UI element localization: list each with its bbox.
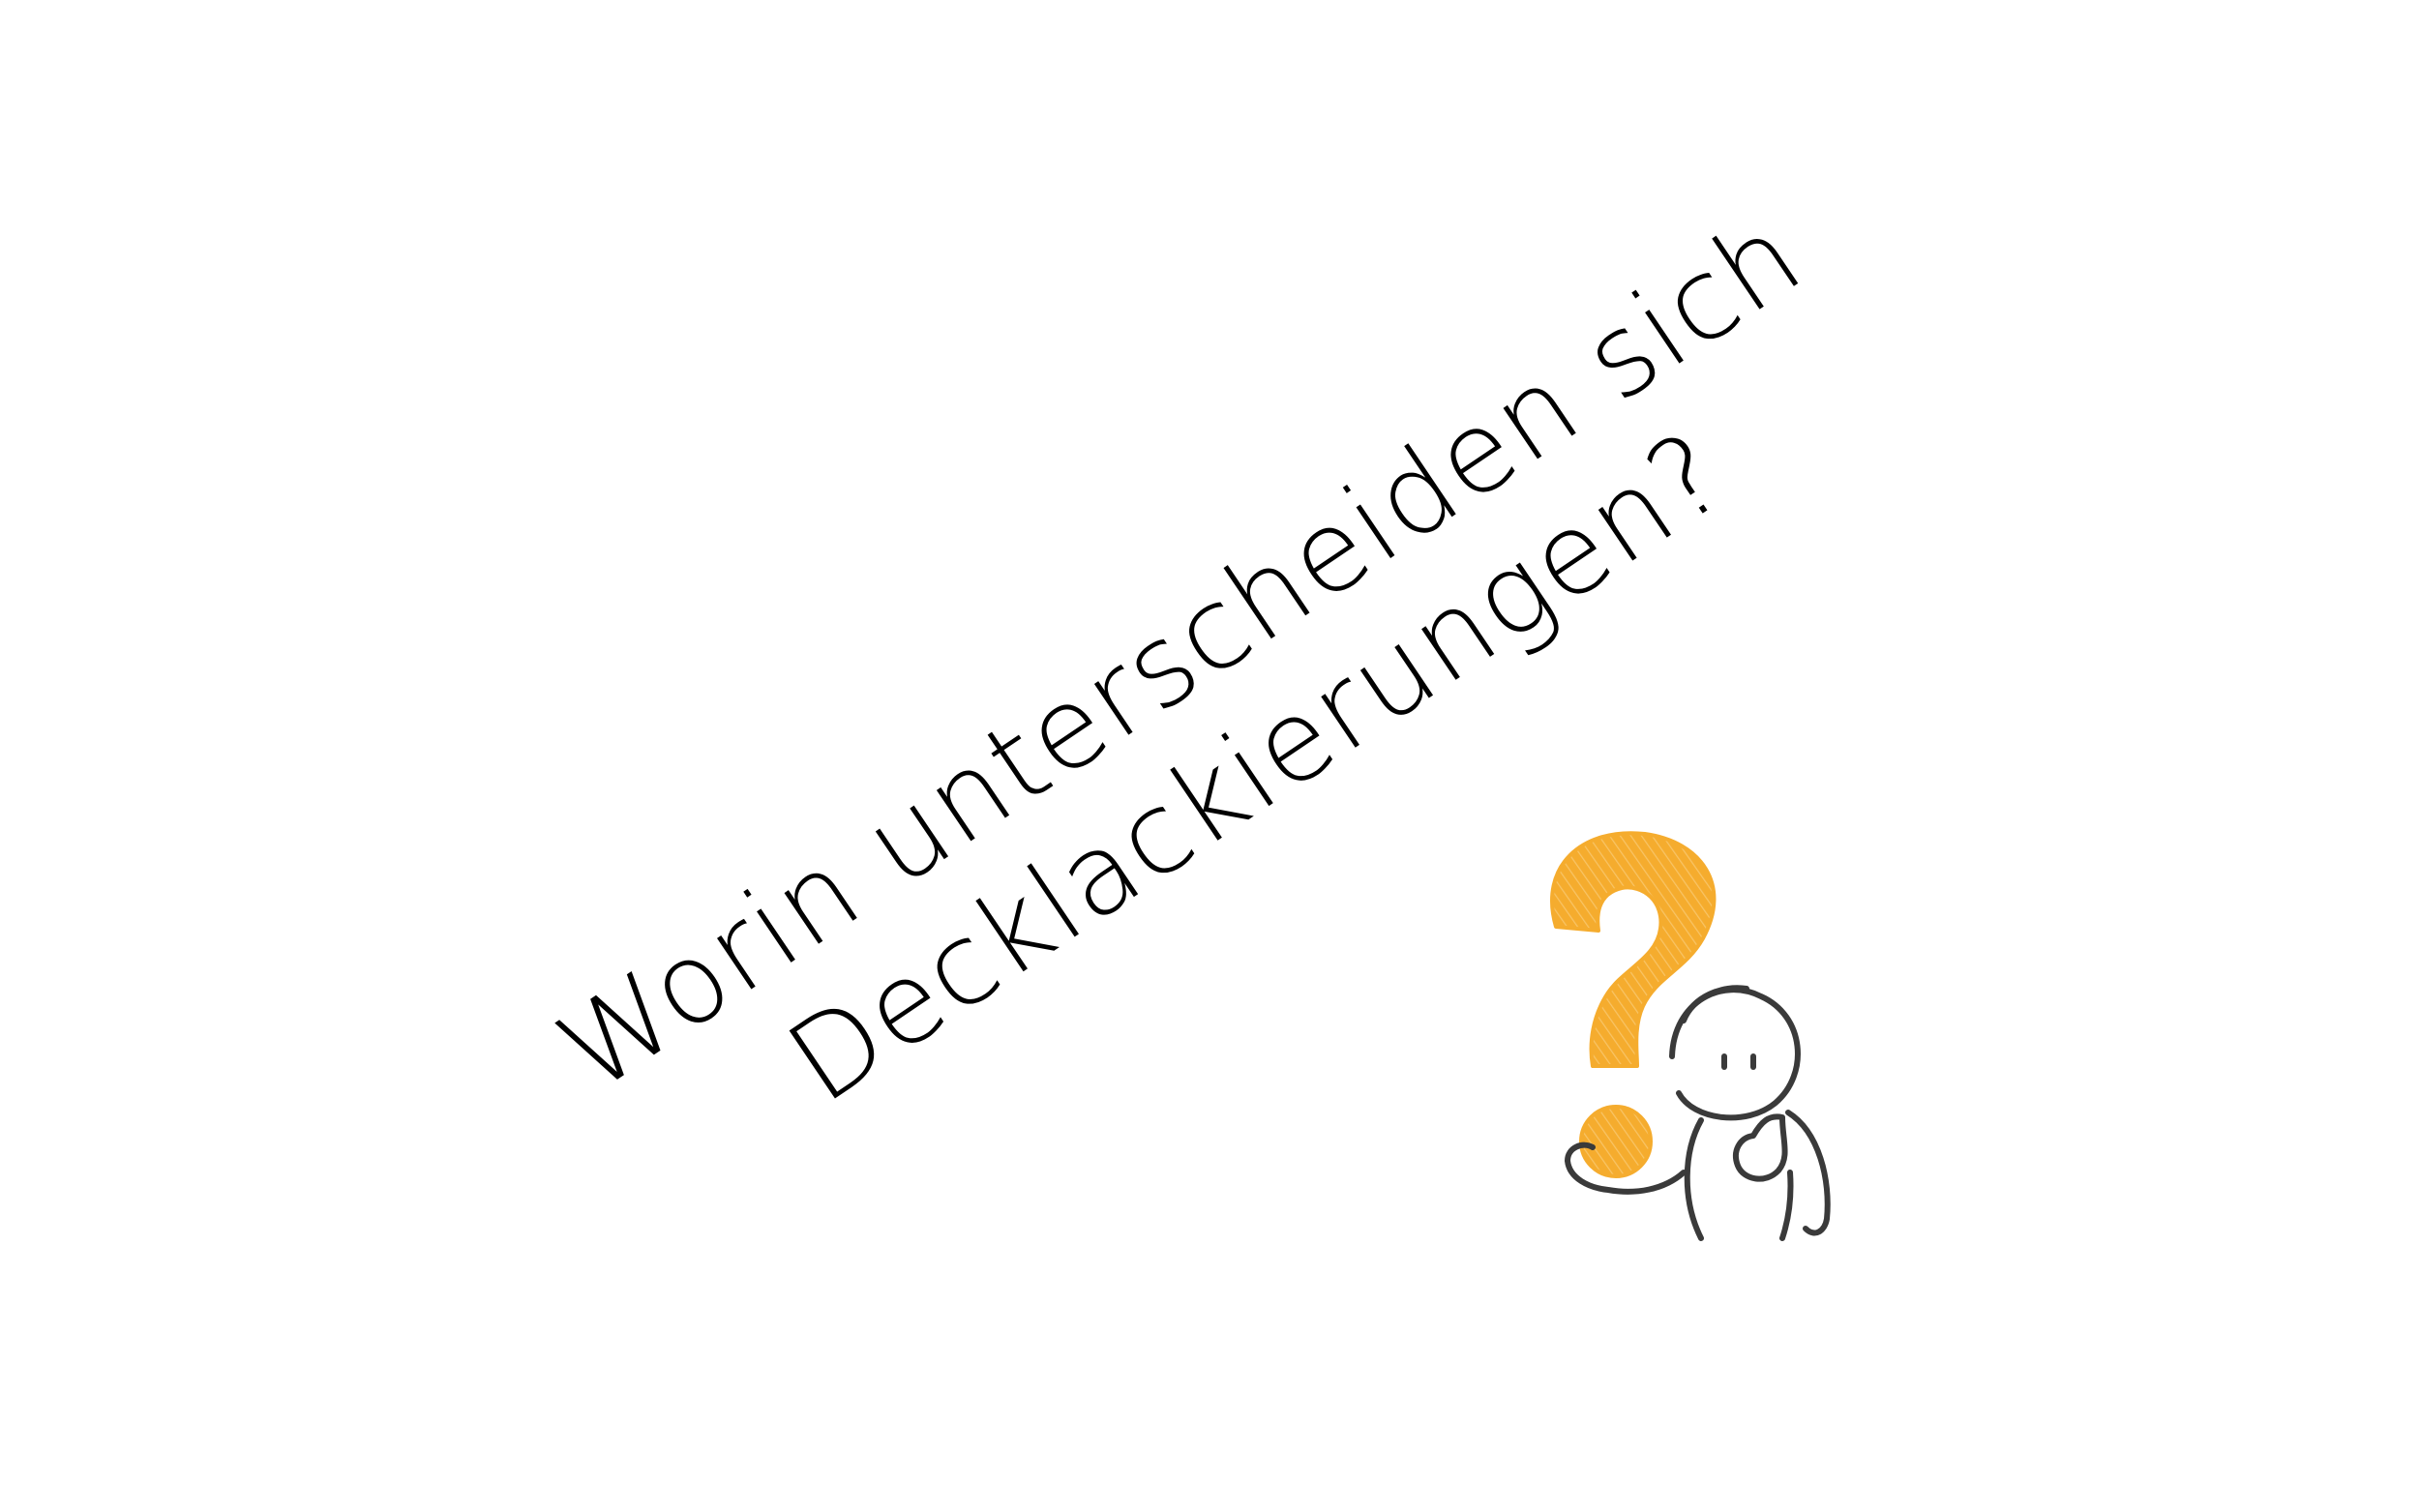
question-mark-icon <box>1550 831 1717 1178</box>
slide: Worin unterscheiden sich Decklackierunge… <box>0 0 2419 1512</box>
thinking-person-with-question-mark-icon <box>1550 831 1831 1241</box>
